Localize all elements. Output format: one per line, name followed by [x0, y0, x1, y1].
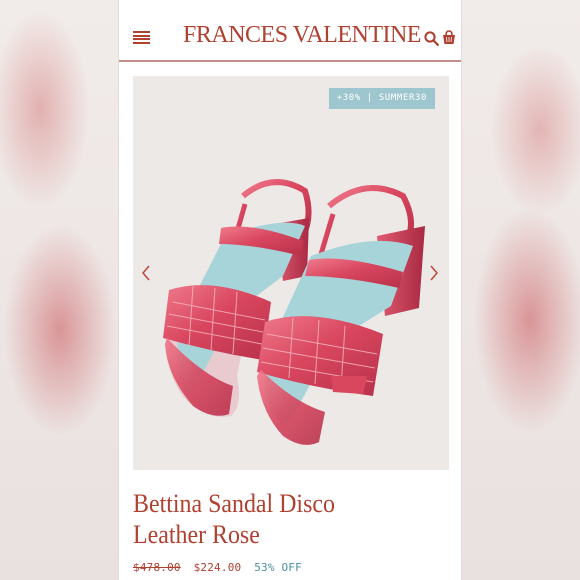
original-price: $478.00	[133, 561, 181, 574]
shopping-bag-icon[interactable]	[442, 30, 456, 45]
brand-logo[interactable]: FRANCES VALENTINE	[183, 22, 421, 49]
site-header: FRANCES VALENTINE	[119, 0, 461, 62]
sale-price: $224.00	[193, 561, 242, 574]
search-icon[interactable]	[424, 31, 439, 46]
chevron-right-icon[interactable]	[427, 264, 441, 282]
price-row: $478.00 $224.00 53% OFF	[133, 561, 302, 574]
product-title: Bettina Sandal Disco Leather Rose	[133, 489, 335, 549]
hamburger-menu-icon[interactable]	[133, 31, 150, 44]
mobile-page: FRANCES VALENTINE +30% | SUMMER30 Bettin…	[118, 0, 462, 580]
chevron-left-icon[interactable]	[139, 264, 153, 282]
product-image-carousel[interactable]: +30% | SUMMER30	[133, 76, 449, 470]
sandal-photo	[163, 179, 425, 445]
promo-code-badge: +30% | SUMMER30	[328, 88, 435, 109]
discount-label: 53% OFF	[254, 561, 302, 574]
